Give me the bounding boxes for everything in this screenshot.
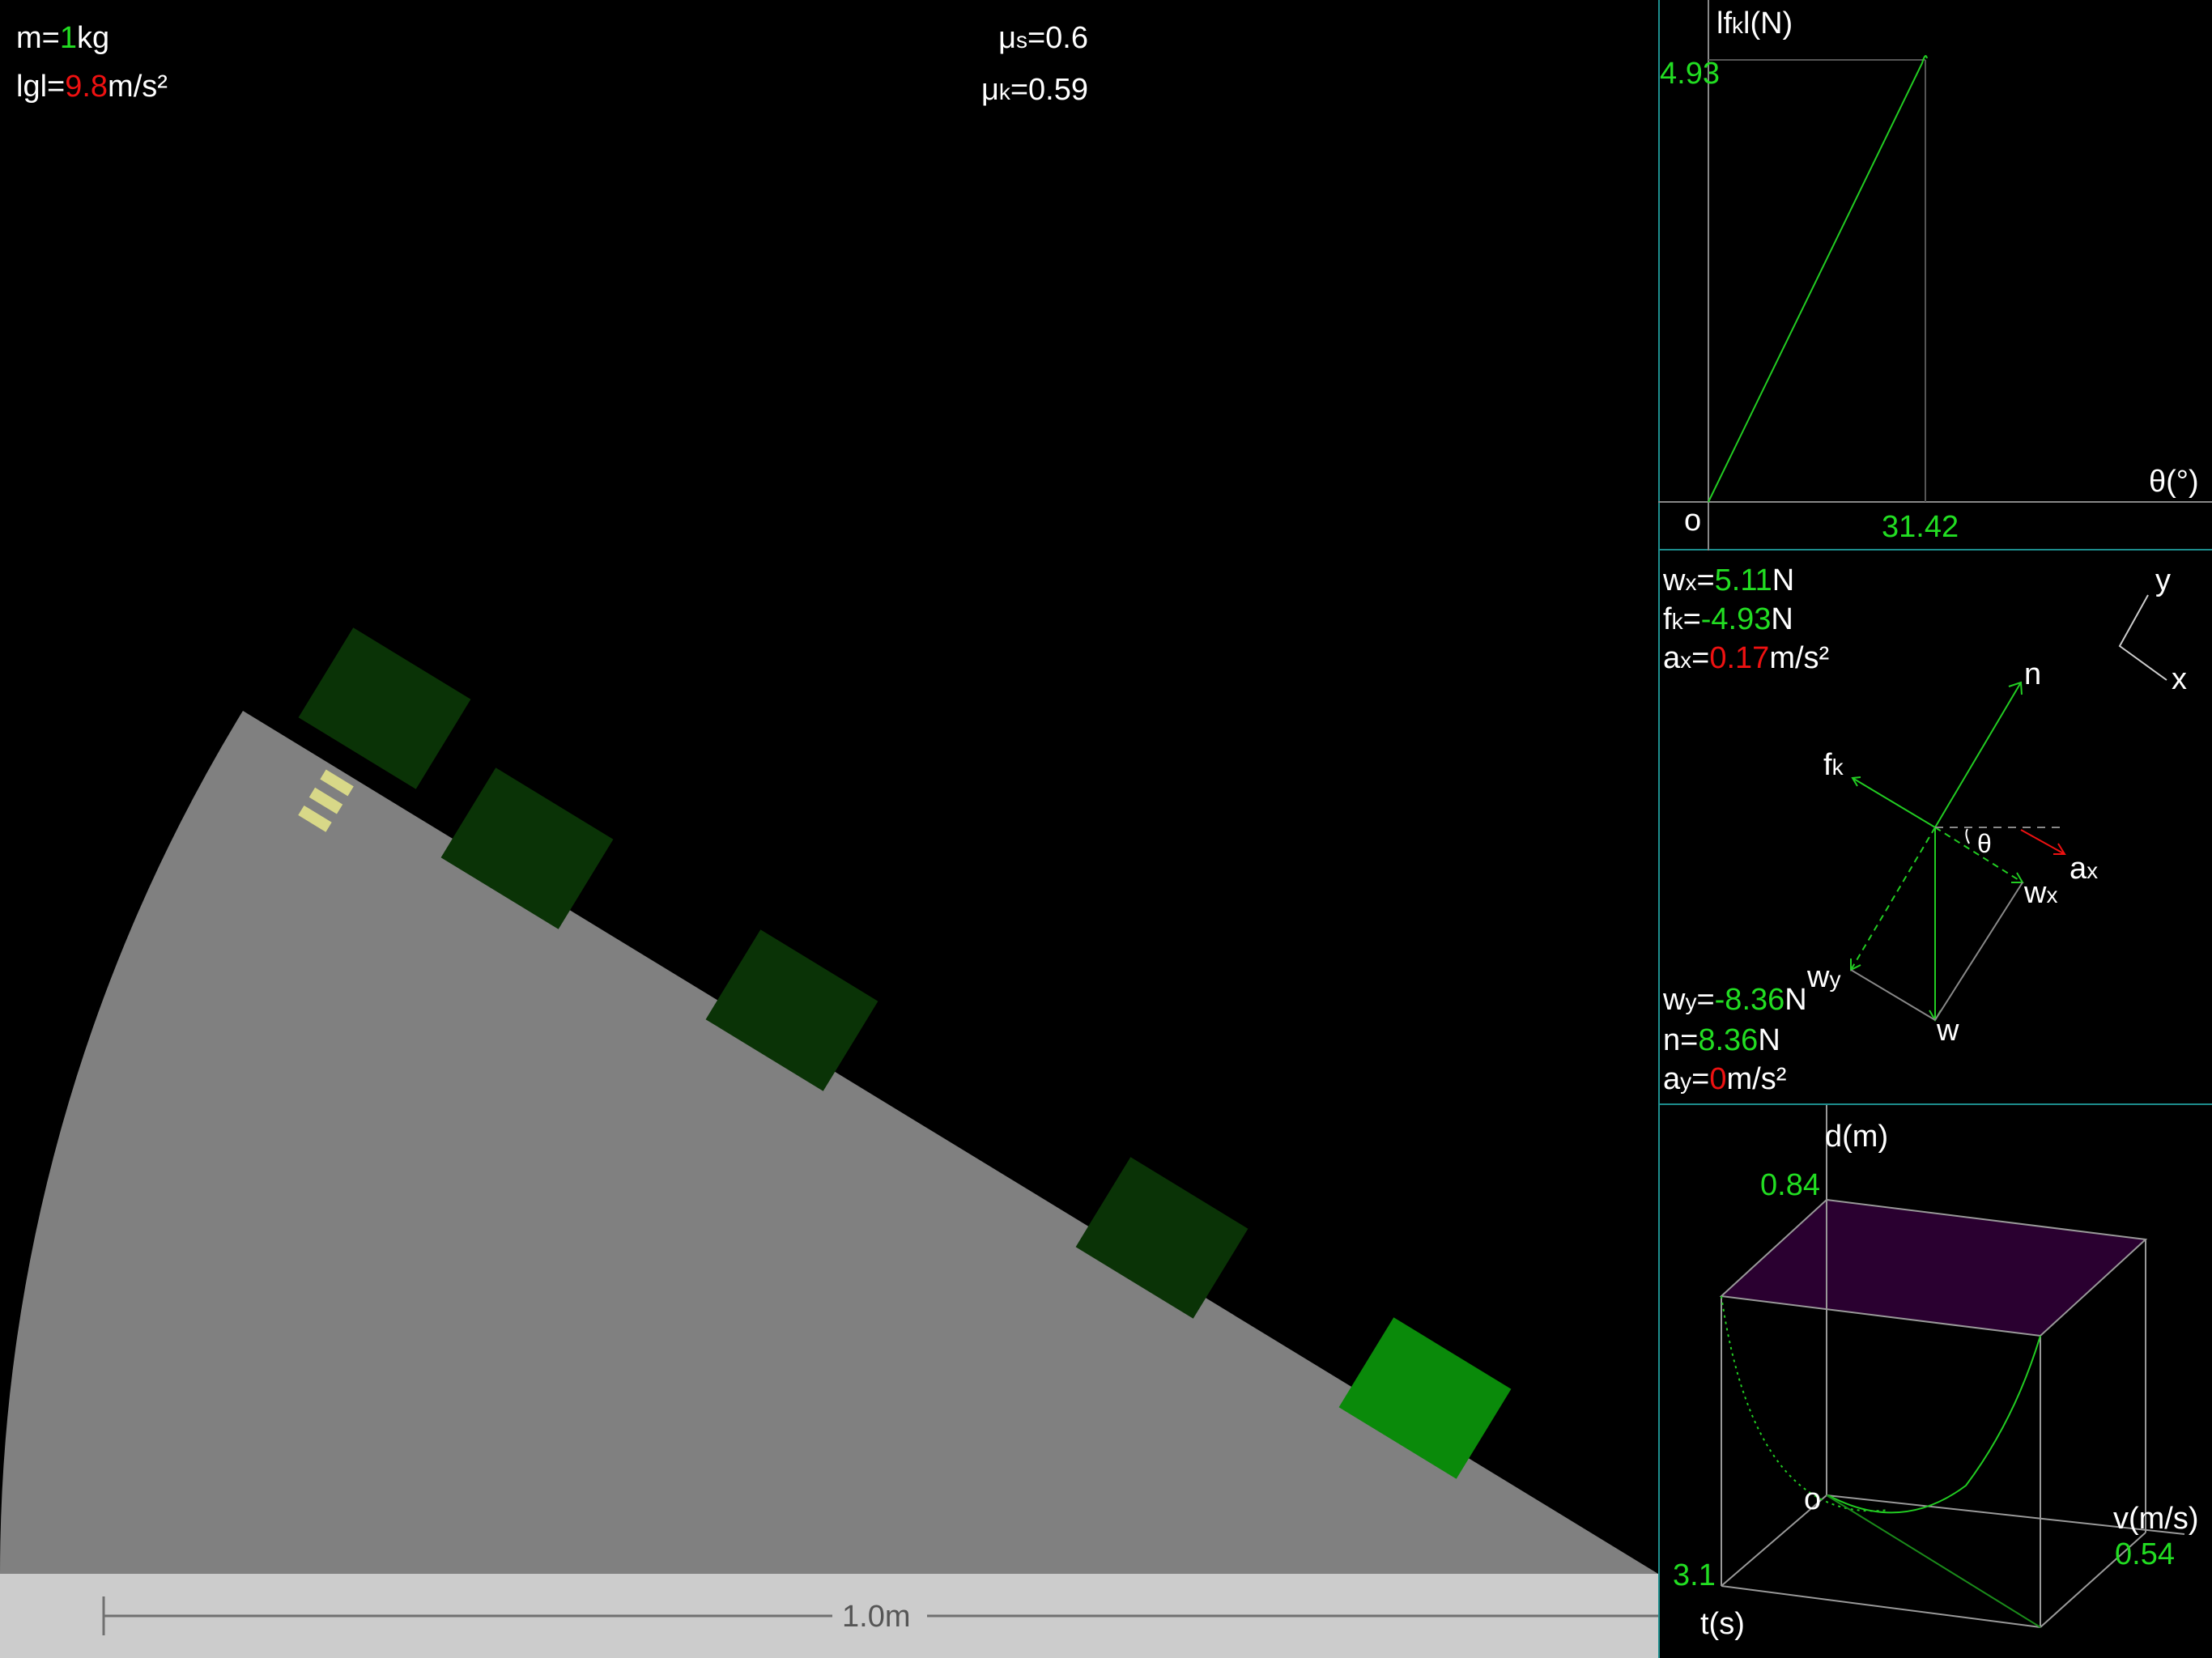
d-t-projection (1721, 1295, 1890, 1512)
origin-label: o (1804, 1482, 1822, 1516)
wy-vector (1850, 827, 1936, 971)
vector-label-wx: wx (2024, 876, 2058, 910)
mu-k-subscript: k (998, 79, 1010, 104)
distance-plane (1719, 1198, 2148, 1337)
gravity-value[interactable]: 9.8 (65, 70, 108, 104)
mu-s-subscript: s (1015, 28, 1027, 53)
d-v-curve (1827, 1335, 2041, 1514)
vector-label-w: w (1937, 1014, 1959, 1048)
friction-graph-x-max: 31.42 (1882, 510, 1959, 544)
vector-label-wy: wy (1807, 960, 1841, 994)
n-readout: n=8.36N (1663, 1023, 1780, 1057)
wx-readout: wx=5.11N (1663, 563, 1795, 597)
motion-3d-graph[interactable]: d(m) 0.84 o v(m/s) 0.54 3.1 t(s) (1658, 1105, 2212, 1658)
mass-label: m= (16, 21, 60, 55)
mu-s-value[interactable]: =0.6 (1027, 21, 1088, 55)
axis-x-label: x (2172, 662, 2187, 696)
ay-readout: ay=0m/s² (1663, 1062, 1787, 1096)
theta-arc (1965, 828, 1970, 844)
friction-graph-origin: o (1684, 504, 1702, 538)
vector-label-n: n (2024, 657, 2042, 691)
kinetic-friction-readout[interactable]: μk=0.59 (981, 74, 1088, 105)
vector-label-ax: ax (2069, 852, 2099, 886)
force-diagram-panel: wx=5.11N fk=-4.93N ax=0.17m/s² wy=-8.36N… (1658, 551, 2212, 1105)
component-guide (1934, 882, 2023, 1021)
mass-unit: kg (77, 21, 110, 55)
t-axis-max: 3.1 (1673, 1558, 1716, 1592)
friction-graph-canvas (1658, 0, 2212, 551)
incline-canvas (0, 627, 1658, 1574)
motion-3d-canvas (1658, 1105, 2185, 1658)
friction-graph-y-max: 4.93 (1660, 57, 1720, 91)
mass-value[interactable]: 1 (60, 21, 77, 55)
friction-vector (1852, 777, 1936, 828)
gravity-label: lgl= (16, 70, 66, 104)
v-axis-label: v(m/s) (2113, 1502, 2199, 1536)
mu-k-symbol: μ (981, 73, 999, 107)
scale-bar-label: 1.0m (842, 1600, 911, 1634)
fk-readout: fk=-4.93N (1663, 602, 1793, 636)
t-axis-label: t(s) (1700, 1607, 1745, 1641)
friction-angle-graph[interactable]: lfkl(N) 4.93 θ(°) o 31.42 (1658, 0, 2212, 551)
static-friction-readout[interactable]: μs=0.6 (998, 23, 1088, 53)
v-axis-max: 0.54 (2115, 1537, 2175, 1571)
acceleration-vector (2020, 829, 2065, 855)
simulation-scene: 1.0m m=1kg lgl=9.8m/s² μs=0.6 μk=0.59 (0, 0, 1658, 1658)
d-axis-max: 0.84 (1760, 1168, 1820, 1202)
gravity-unit: m/s² (108, 70, 168, 104)
wy-readout: wy=-8.36N (1663, 983, 1807, 1017)
vector-label-fk: fk (1823, 748, 1844, 782)
axes-icon (2118, 594, 2167, 681)
friction-graph-y-label: lfkl(N) (1716, 6, 1793, 40)
axis-y-label: y (2155, 563, 2171, 597)
scale-bar (102, 1596, 1658, 1635)
friction-graph-x-label: θ(°) (2149, 465, 2199, 499)
normal-force-vector (1934, 682, 2022, 828)
d-axis-label: d(m) (1825, 1120, 1889, 1154)
gravity-readout[interactable]: lgl=9.8m/s² (16, 71, 168, 102)
mass-readout[interactable]: m=1kg (16, 23, 109, 53)
friction-curve (1708, 55, 1928, 503)
ax-readout: ax=0.17m/s² (1663, 641, 1830, 675)
mu-k-value[interactable]: =0.59 (1010, 73, 1088, 107)
mu-s-symbol: μ (998, 21, 1016, 55)
vector-label-theta: θ (1977, 829, 1992, 858)
